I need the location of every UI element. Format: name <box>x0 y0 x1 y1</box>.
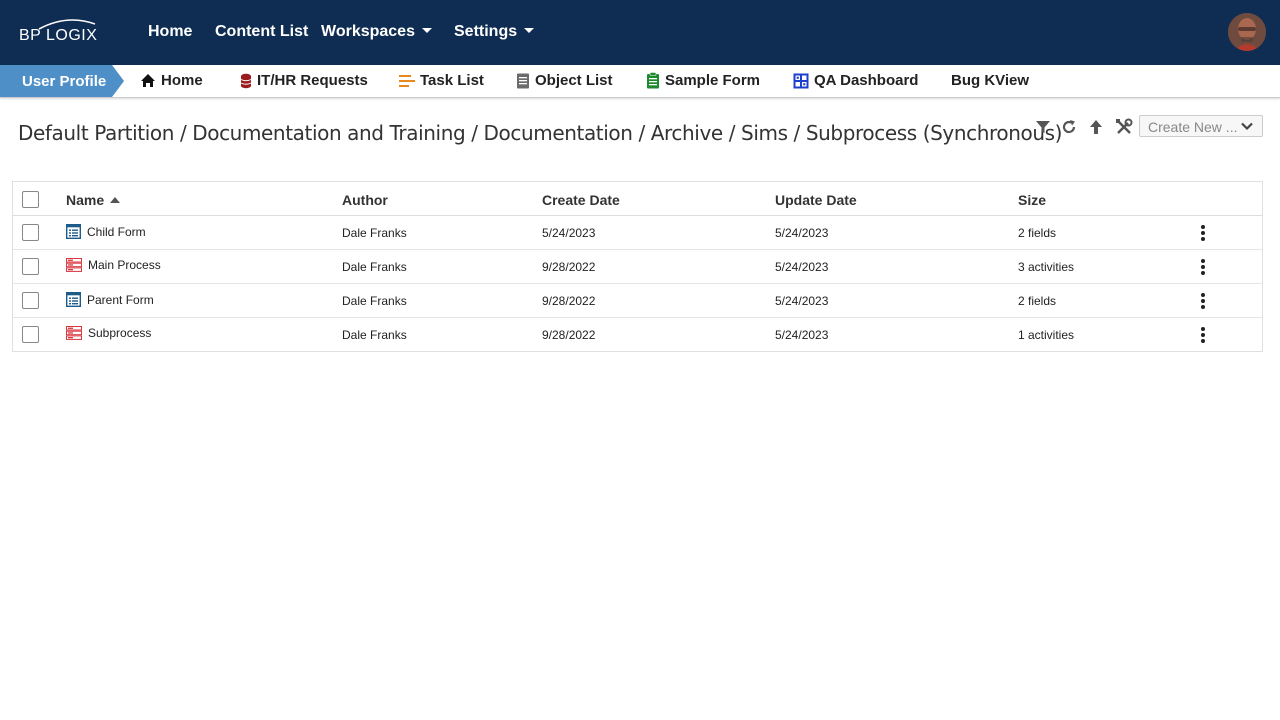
tab-it-hr-requests[interactable]: IT/HR Requests <box>240 72 368 89</box>
table-header: Name Author Create Date Update Date Size <box>13 182 1262 216</box>
table-row[interactable]: Child Form Dale Franks 5/24/2023 5/24/20… <box>13 216 1262 250</box>
tab-object-list-label: Object List <box>535 72 613 89</box>
create-new-label: Create New ... <box>1148 119 1238 135</box>
tab-qa-dashboard[interactable]: QA Dashboard <box>793 72 918 89</box>
item-name: Child Form <box>87 224 146 239</box>
process-icon <box>66 258 82 272</box>
topnav-home-label: Home <box>148 23 193 40</box>
clipboard-icon <box>647 72 659 89</box>
column-header-update-date[interactable]: Update Date <box>775 192 857 208</box>
tab-task-list[interactable]: Task List <box>399 72 484 89</box>
column-header-author[interactable]: Author <box>342 192 388 208</box>
logo-text: BP LOGIX <box>19 27 98 44</box>
topnav-content-list-label: Content List <box>215 23 309 40</box>
tab-home[interactable]: Home <box>140 72 203 89</box>
form-icon <box>66 224 81 239</box>
item-name-link[interactable]: Child Form <box>66 224 146 239</box>
tab-task-list-label: Task List <box>420 72 484 89</box>
process-icon <box>66 326 82 340</box>
item-update-date: 5/24/2023 <box>775 226 829 240</box>
shortcut-tab-bar: User Profile Home IT/HR Requests Task Li… <box>0 65 1280 98</box>
column-header-name[interactable]: Name <box>66 192 121 208</box>
refresh-icon[interactable] <box>1060 118 1078 136</box>
item-author: Dale Franks <box>342 294 407 308</box>
dashboard-icon <box>793 73 809 88</box>
item-name-link[interactable]: Main Process <box>66 258 161 272</box>
breadcrumb[interactable]: Default Partition / Documentation and Tr… <box>18 121 1062 145</box>
tab-sample-form-label: Sample Form <box>665 72 761 89</box>
row-actions-menu-icon[interactable] <box>1197 225 1209 243</box>
tools-icon[interactable] <box>1115 118 1133 136</box>
item-create-date: 9/28/2022 <box>542 328 596 342</box>
top-navigation-bar: BP LOGIX Home Content List Workspaces Se… <box>0 0 1280 65</box>
item-create-date: 5/24/2023 <box>542 226 596 240</box>
item-name-link[interactable]: Parent Form <box>66 292 154 307</box>
form-icon <box>66 292 81 307</box>
tab-qa-dashboard-label: QA Dashboard <box>814 72 919 89</box>
filter-icon[interactable] <box>1034 118 1052 136</box>
tab-object-list[interactable]: Object List <box>516 72 613 89</box>
item-name: Parent Form <box>87 292 154 307</box>
item-name: Subprocess <box>88 326 152 340</box>
bp-logix-logo[interactable]: BP LOGIX <box>19 18 105 48</box>
document-icon <box>517 73 529 88</box>
home-icon <box>141 74 155 87</box>
tab-bug-kview-label: Bug KView <box>951 72 1030 89</box>
column-header-name-label: Name <box>66 192 105 208</box>
item-author: Dale Franks <box>342 226 407 240</box>
tab-home-label: Home <box>161 72 203 89</box>
item-update-date: 5/24/2023 <box>775 328 829 342</box>
item-size: 3 activities <box>1018 260 1075 274</box>
select-all-checkbox[interactable] <box>22 191 39 208</box>
column-header-size[interactable]: Size <box>1018 192 1046 208</box>
content-table: Name Author Create Date Update Date Size… <box>12 181 1263 352</box>
item-name-link[interactable]: Subprocess <box>66 326 151 340</box>
up-arrow-icon[interactable] <box>1087 118 1105 136</box>
topnav-workspaces-label: Workspaces <box>321 23 415 40</box>
item-size: 2 fields <box>1018 226 1057 240</box>
row-checkbox[interactable] <box>22 258 39 275</box>
caret-down-icon <box>524 28 535 33</box>
topnav-home[interactable]: Home <box>148 23 192 41</box>
caret-down-icon <box>421 28 432 33</box>
table-row[interactable]: Main Process Dale Franks 9/28/2022 5/24/… <box>13 250 1262 284</box>
item-name: Main Process <box>88 258 161 272</box>
item-create-date: 9/28/2022 <box>542 294 596 308</box>
row-checkbox[interactable] <box>22 326 39 343</box>
item-author: Dale Franks <box>342 328 407 342</box>
tab-it-hr-requests-label: IT/HR Requests <box>257 72 368 89</box>
tab-sample-form[interactable]: Sample Form <box>646 72 760 89</box>
topnav-settings[interactable]: Settings <box>454 23 535 41</box>
item-create-date: 9/28/2022 <box>542 260 596 274</box>
row-actions-menu-icon[interactable] <box>1197 293 1209 311</box>
column-header-create-date[interactable]: Create Date <box>542 192 620 208</box>
row-checkbox[interactable] <box>22 224 39 241</box>
item-author: Dale Franks <box>342 260 407 274</box>
table-row[interactable]: Parent Form Dale Franks 9/28/2022 5/24/2… <box>13 284 1262 318</box>
table-row[interactable]: Subprocess Dale Franks 9/28/2022 5/24/20… <box>13 318 1262 352</box>
tab-bug-kview[interactable]: Bug KView <box>951 72 1029 89</box>
topnav-workspaces[interactable]: Workspaces <box>321 23 432 41</box>
create-new-dropdown[interactable]: Create New ... <box>1139 115 1263 137</box>
item-size: 1 activities <box>1018 328 1075 342</box>
database-icon <box>240 73 252 88</box>
task-list-icon <box>399 74 415 87</box>
item-update-date: 5/24/2023 <box>775 260 829 274</box>
topnav-content-list[interactable]: Content List <box>215 23 308 41</box>
chevron-down-icon <box>1241 122 1253 131</box>
sort-ascending-icon <box>110 197 121 203</box>
row-actions-menu-icon[interactable] <box>1197 327 1209 345</box>
item-size: 2 fields <box>1018 294 1057 308</box>
row-actions-menu-icon[interactable] <box>1197 259 1209 277</box>
tab-user-profile[interactable]: User Profile <box>0 65 124 97</box>
row-checkbox[interactable] <box>22 292 39 309</box>
item-update-date: 5/24/2023 <box>775 294 829 308</box>
user-photo-icon <box>1228 13 1266 51</box>
user-avatar[interactable] <box>1228 13 1266 51</box>
topnav-settings-label: Settings <box>454 23 518 40</box>
tab-user-profile-label: User Profile <box>22 73 107 90</box>
